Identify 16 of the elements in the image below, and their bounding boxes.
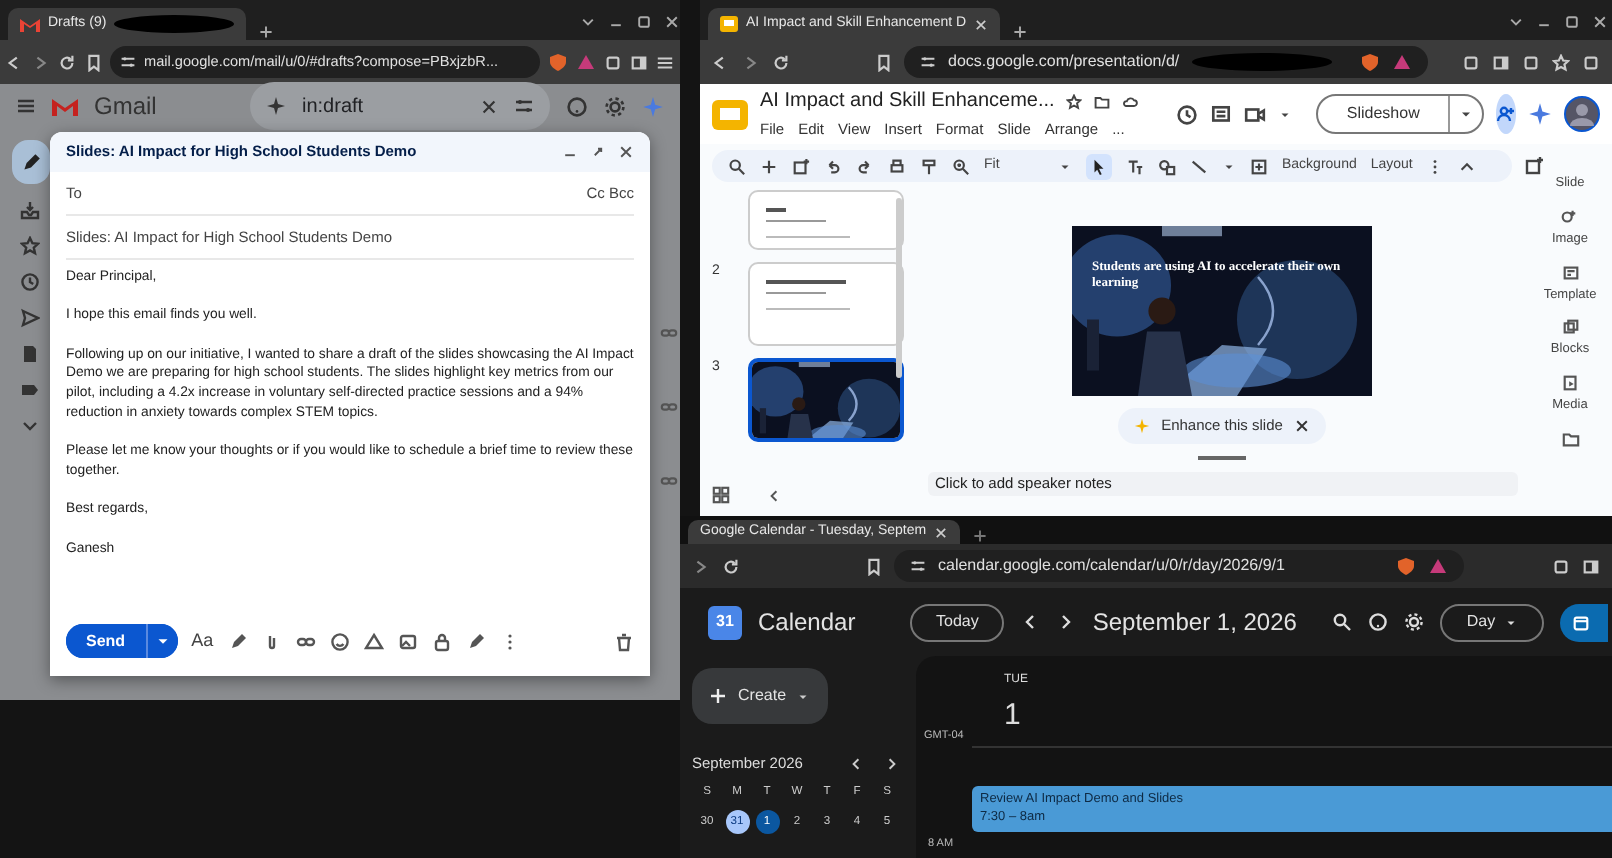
- formatting-button[interactable]: Aa: [191, 627, 214, 655]
- url-text: calendar.google.com/calendar/u/0/r/day/2026/9/1: [938, 554, 1285, 578]
- document-title[interactable]: AI Impact and Skill Enhanceme...: [760, 86, 1055, 117]
- view-select[interactable]: Day: [1440, 603, 1544, 641]
- address-bar[interactable]: calendar.google.com/calendar/u/0/r/day/2026/9/1: [894, 550, 1464, 582]
- search-field[interactable]: in:draft: [250, 82, 550, 130]
- app-name: Calendar: [758, 606, 858, 640]
- day-number[interactable]: 1: [1004, 694, 1021, 739]
- create-button[interactable]: Create: [692, 668, 828, 724]
- address-bar[interactable]: docs.google.com/presentation/d/: [904, 46, 1428, 78]
- calendar-logo-icon: 31: [708, 605, 742, 639]
- today-button[interactable]: Today: [910, 603, 1005, 641]
- url-text: docs.google.com/presentation/d/: [948, 50, 1180, 74]
- search-text: in:draft: [302, 93, 364, 121]
- date-title: September 1, 2026: [1092, 606, 1299, 640]
- app-name: Gmail: [94, 90, 157, 124]
